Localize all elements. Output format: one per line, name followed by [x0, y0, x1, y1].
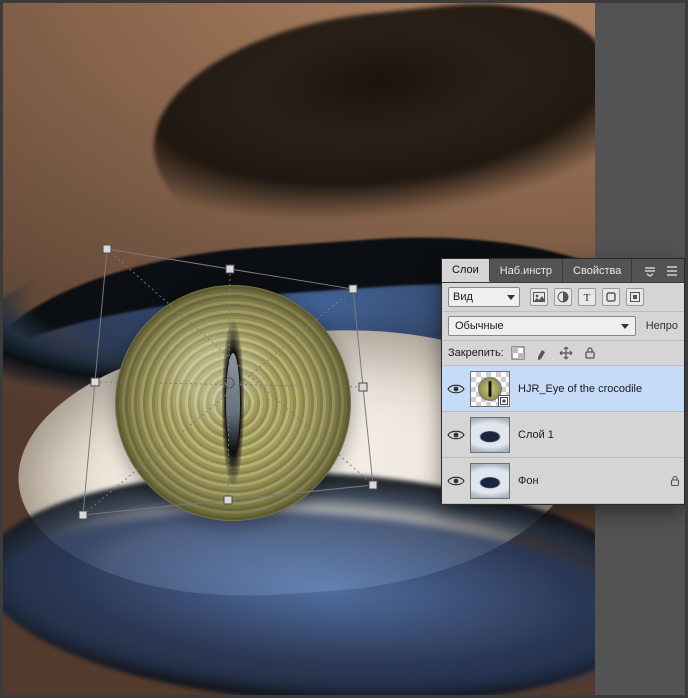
- layers-list: HJR_Eye of the crocodile Слой 1 Фон: [442, 366, 684, 504]
- blend-mode-select[interactable]: Обычные: [448, 316, 636, 336]
- tab-layers[interactable]: Слои: [442, 259, 490, 282]
- visibility-toggle[interactable]: [442, 475, 470, 487]
- layer-name[interactable]: Фон: [518, 475, 666, 487]
- visibility-toggle[interactable]: [442, 383, 470, 395]
- tab-presets[interactable]: Наб.инстр: [490, 259, 563, 282]
- lock-row-label: Закрепить:: [448, 347, 504, 359]
- tab-presets-label: Наб.инстр: [500, 265, 552, 277]
- lock-transparent-icon[interactable]: [510, 345, 526, 361]
- smartobject-badge-icon: [498, 395, 510, 407]
- panel-menu-icon[interactable]: [662, 261, 682, 281]
- layers-panel: Слои Наб.инстр Свойства Вид T: [441, 258, 685, 505]
- iris-highlight: [226, 353, 240, 453]
- layer-row[interactable]: Фон: [442, 458, 684, 504]
- kind-filter-row: Вид T: [442, 283, 684, 312]
- layer-row[interactable]: HJR_Eye of the crocodile: [442, 366, 684, 412]
- panel-collapse-icon[interactable]: [640, 261, 660, 281]
- shape-filter-icon[interactable]: [602, 288, 620, 306]
- tab-layers-label: Слои: [452, 264, 479, 276]
- panel-tabs: Слои Наб.инстр Свойства: [442, 259, 684, 283]
- kind-select[interactable]: Вид: [448, 287, 520, 307]
- blend-mode-label: Обычные: [455, 320, 504, 332]
- smartobject-iris[interactable]: [115, 285, 351, 521]
- chevron-down-icon: [507, 295, 515, 300]
- layer-name[interactable]: HJR_Eye of the crocodile: [518, 383, 684, 395]
- adjustment-filter-icon[interactable]: [554, 288, 572, 306]
- layer-thumbnail[interactable]: [470, 463, 510, 499]
- chevron-down-icon: [621, 324, 629, 329]
- image-filter-icon[interactable]: [530, 288, 548, 306]
- lock-icon: [666, 475, 684, 487]
- layer-row[interactable]: Слой 1: [442, 412, 684, 458]
- app-stage: Слои Наб.инстр Свойства Вид T: [0, 0, 688, 698]
- visibility-icon: [447, 429, 465, 441]
- layer-thumbnail[interactable]: [470, 417, 510, 453]
- blend-row: Обычные Непро: [442, 312, 684, 341]
- smartobject-filter-icon[interactable]: [626, 288, 644, 306]
- opacity-label: Непро: [642, 320, 678, 332]
- visibility-icon: [447, 475, 465, 487]
- visibility-toggle[interactable]: [442, 429, 470, 441]
- tab-properties[interactable]: Свойства: [563, 259, 632, 282]
- visibility-icon: [447, 383, 465, 395]
- text-filter-icon[interactable]: T: [578, 288, 596, 306]
- svg-text:T: T: [584, 292, 591, 303]
- lock-position-icon[interactable]: [558, 345, 574, 361]
- layer-name[interactable]: Слой 1: [518, 429, 684, 441]
- lock-all-icon[interactable]: [582, 345, 598, 361]
- lock-paint-icon[interactable]: [534, 345, 550, 361]
- layer-thumbnail[interactable]: [470, 371, 510, 407]
- lock-row: Закрепить:: [442, 341, 684, 366]
- kind-select-label: Вид: [453, 291, 473, 303]
- tab-properties-label: Свойства: [573, 265, 621, 277]
